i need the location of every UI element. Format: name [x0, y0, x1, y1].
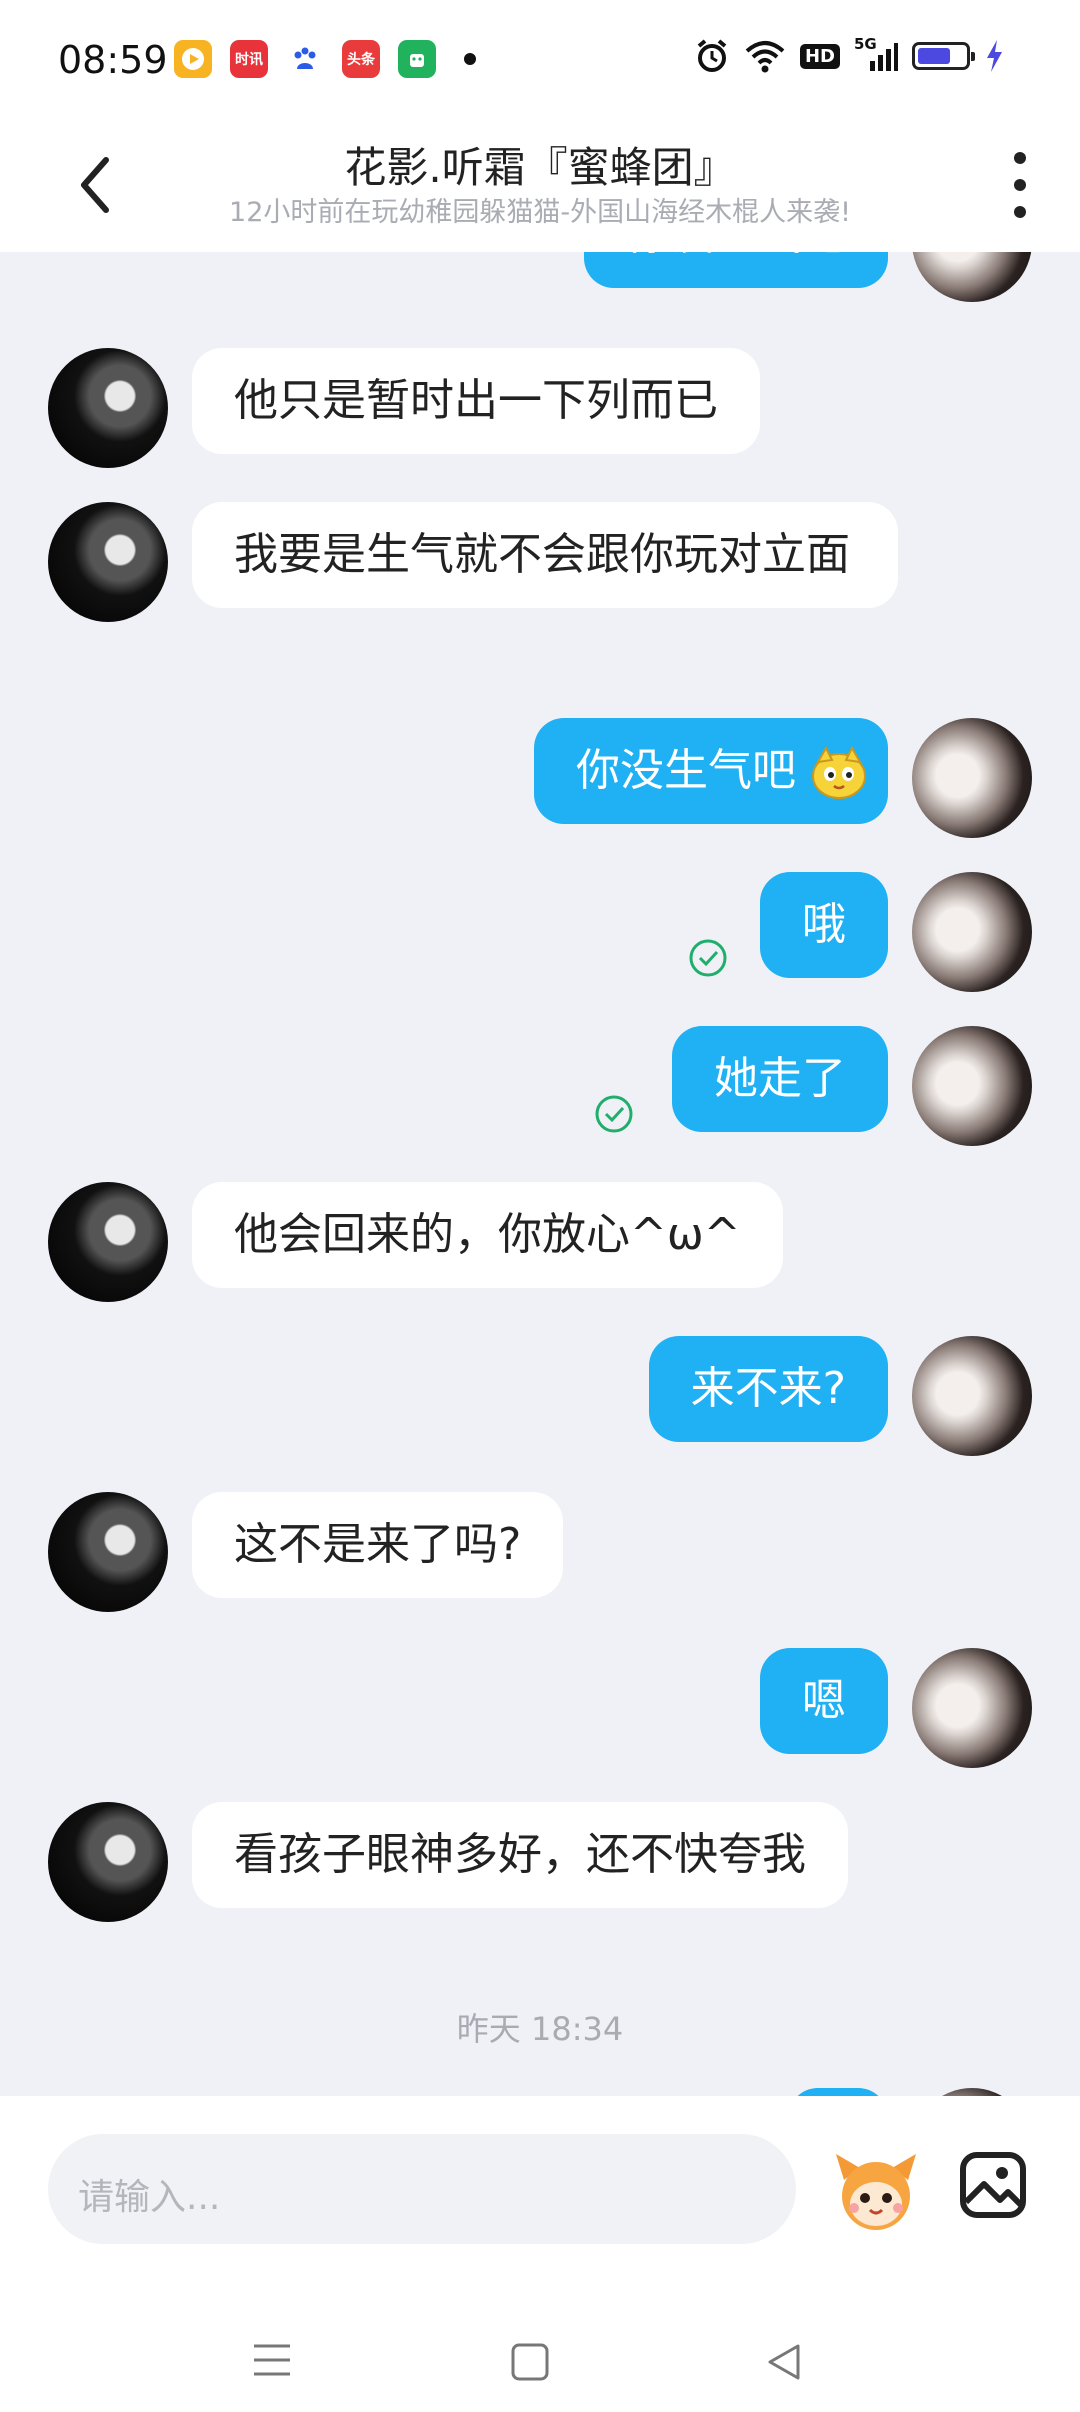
- battery-icon: [912, 42, 975, 70]
- more-options-icon[interactable]: [1008, 152, 1032, 218]
- self-avatar[interactable]: [912, 1026, 1032, 1146]
- self-avatar[interactable]: [912, 252, 1032, 302]
- self-avatar[interactable]: [912, 1336, 1032, 1456]
- alarm-icon: [697, 39, 727, 72]
- emoji-mascot-icon[interactable]: [830, 2144, 922, 2236]
- video-app-icon: [174, 40, 212, 78]
- chat-subtitle: 12小时前在玩幼稚园躲猫猫-外国山海经木棍人来袭!: [229, 197, 851, 228]
- contact-avatar[interactable]: [48, 502, 168, 622]
- message-bubble-self[interactable]: 来不来?: [648, 1336, 888, 1442]
- self-avatar[interactable]: [912, 718, 1032, 838]
- notification-icons: 时讯 头条: [174, 40, 476, 78]
- toutiao-icon: 头条: [342, 40, 380, 78]
- hd-badge: HD: [799, 43, 840, 69]
- message-input[interactable]: 请输入...: [48, 2134, 796, 2244]
- message-bubble-self[interactable]: 你没生气吧: [534, 718, 888, 824]
- message-text: 你没生气吧: [576, 745, 796, 796]
- message-bubble-other[interactable]: 看孩子眼神多好，还不快夸我: [192, 1802, 848, 1908]
- charging-icon: [987, 40, 1002, 72]
- read-check-icon: [595, 1095, 633, 1133]
- chat-header: 花影.听霜『蜜蜂团』 12小时前在玩幼稚园躲猫猫-外国山海经木棍人来袭!: [0, 124, 1080, 252]
- message-bubble-self[interactable]: [788, 2088, 888, 2096]
- self-avatar[interactable]: [912, 2088, 1032, 2096]
- message-bubble-other[interactable]: 他只是暂时出一下列而已: [192, 348, 760, 454]
- message-bubble-other[interactable]: 我要是生气就不会跟你玩对立面: [192, 502, 898, 608]
- input-bar: 请输入...: [0, 2096, 1080, 2412]
- contact-avatar[interactable]: [48, 1182, 168, 1302]
- wifi-icon: [745, 41, 785, 73]
- message-bubble-self[interactable]: 嗯: [760, 1648, 888, 1754]
- input-placeholder: 请输入...: [78, 2177, 221, 2218]
- clock: 08:59: [58, 38, 168, 82]
- emoji-face-icon: [812, 745, 866, 799]
- image-picker-icon[interactable]: [958, 2150, 1028, 2220]
- message-bubble-self[interactable]: 哦: [760, 872, 888, 978]
- news-app-icon: 时讯: [230, 40, 268, 78]
- more-notifications-dot: [464, 53, 476, 65]
- self-avatar[interactable]: [912, 872, 1032, 992]
- read-check-icon: [689, 939, 727, 977]
- green-app-icon: [398, 40, 436, 78]
- message-bubble-other[interactable]: 他会回来的，你放心^ω^: [192, 1182, 783, 1288]
- cell-signal-icon: 5G: [854, 35, 898, 73]
- self-avatar[interactable]: [912, 1648, 1032, 1768]
- back-nav-icon[interactable]: [764, 2342, 804, 2382]
- message-list[interactable]: 你没生气吧 他只是暂时出一下列而已 我要是生气就不会跟你玩对立面 你没生气吧 哦…: [0, 252, 1080, 2096]
- contact-avatar[interactable]: [48, 1802, 168, 1922]
- status-bar: 08:59 时讯 头条 HD 5G: [0, 0, 1080, 124]
- system-icons: HD 5G: [694, 35, 1004, 74]
- home-nav-icon[interactable]: [510, 2342, 550, 2382]
- contact-avatar[interactable]: [48, 1492, 168, 1612]
- message-bubble-self[interactable]: 你没生气吧: [584, 252, 888, 288]
- message-bubble-self[interactable]: 她走了: [672, 1026, 888, 1132]
- message-bubble-other[interactable]: 这不是来了吗?: [192, 1492, 564, 1598]
- baidu-icon: [286, 40, 324, 78]
- chat-title: 花影.听霜『蜜蜂团』: [344, 143, 736, 192]
- chat-timestamp: 昨天 18:34: [456, 2010, 624, 2048]
- contact-avatar[interactable]: [48, 348, 168, 468]
- menu-nav-icon[interactable]: [252, 2342, 292, 2378]
